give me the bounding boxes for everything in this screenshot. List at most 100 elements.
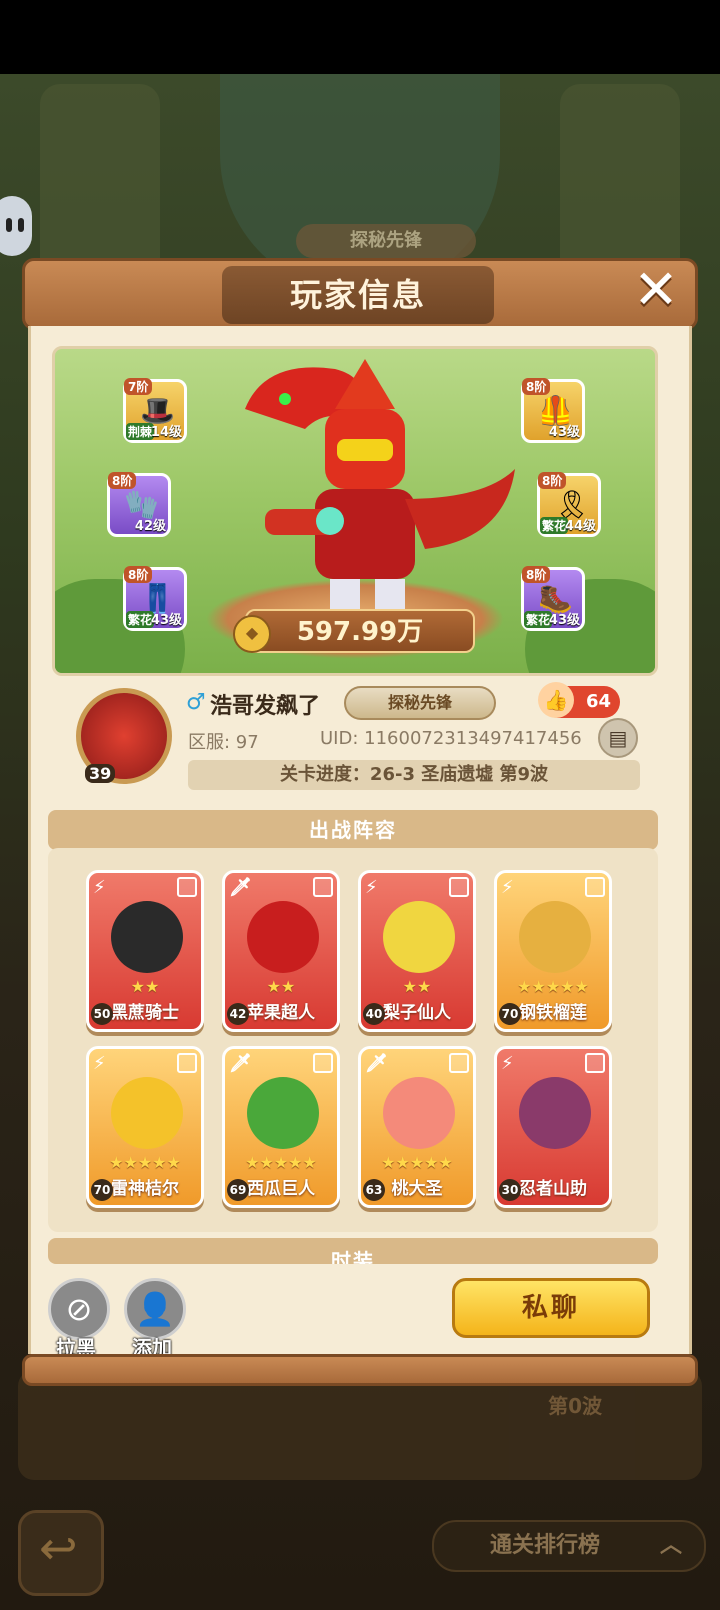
block-icon: ⊘ bbox=[65, 1290, 93, 1328]
grid-icon bbox=[585, 1053, 605, 1073]
hero-level: 69 bbox=[227, 1179, 249, 1201]
hero-portrait bbox=[383, 901, 455, 973]
hero-stars: ★★ bbox=[266, 977, 296, 996]
equip-suffix: 繁花 bbox=[524, 611, 553, 628]
fashion-header: 时装 bbox=[48, 1238, 658, 1264]
like-button[interactable]: 👍 64 bbox=[538, 682, 620, 718]
player-uid: UID: 1160072313497417456 bbox=[320, 728, 582, 749]
grid-icon bbox=[449, 877, 469, 897]
sword-type-icon: 🗡 bbox=[229, 1053, 252, 1074]
equip-slot-pants[interactable]: 👖 8阶 繁花 43级 bbox=[123, 566, 187, 631]
equip-suffix: 繁花 bbox=[540, 517, 569, 534]
power-coin-icon: ◆ bbox=[233, 615, 271, 653]
rank-button[interactable]: 通关排行榜 ︿ bbox=[432, 1520, 706, 1572]
equip-tier: 8阶 bbox=[522, 378, 551, 395]
lightning-type-icon: ⚡ bbox=[93, 877, 106, 898]
grid-icon bbox=[313, 877, 333, 897]
hero-portrait bbox=[111, 901, 183, 973]
like-count: 64 bbox=[586, 691, 612, 712]
hero-level: 70 bbox=[91, 1179, 113, 1201]
hero-stars: ★★★★★ bbox=[381, 1153, 453, 1172]
hero-level: 40 bbox=[363, 1003, 385, 1025]
grid-icon bbox=[177, 877, 197, 897]
bubble-eye-icon bbox=[18, 218, 24, 232]
hero-portrait bbox=[247, 901, 319, 973]
hero-portrait bbox=[519, 1077, 591, 1149]
side-chat-bubble[interactable] bbox=[0, 196, 32, 256]
equip-tier: 8阶 bbox=[124, 566, 153, 583]
hero-card[interactable]: ⚡ 忍者山助 30 bbox=[494, 1046, 612, 1208]
bg-title-badge: 探秘先锋 bbox=[296, 224, 476, 258]
combat-power: ◆ 597.99万 bbox=[233, 609, 475, 653]
copy-icon: ▤ bbox=[608, 726, 628, 750]
hero-stars: ★★ bbox=[402, 977, 432, 996]
equip-level: 14级 bbox=[150, 425, 182, 440]
hero-stars: ★★★★★ bbox=[517, 977, 589, 996]
hero-card[interactable]: ⚡ ★★★★★ 雷神桔尔 70 bbox=[86, 1046, 204, 1208]
equip-tier: 7阶 bbox=[124, 378, 153, 395]
player-info-dialog: 玩家信息 ✕ 🎩 7阶 荆棘 14级 🧤 8阶 42级 👖 8阶 繁花 43级 … bbox=[22, 258, 698, 1386]
grid-icon bbox=[313, 1053, 333, 1073]
hero-card[interactable]: 🗡 ★★★★★ 桃大圣 63 bbox=[358, 1046, 476, 1208]
hero-level: 70 bbox=[499, 1003, 521, 1025]
hero-card[interactable]: 🗡 ★★★★★ 西瓜巨人 69 bbox=[222, 1046, 340, 1208]
grid-icon bbox=[585, 877, 605, 897]
equip-slot-belt[interactable]: 🎗 8阶 繁花 44级 bbox=[537, 472, 601, 537]
lightning-type-icon: ⚡ bbox=[365, 877, 378, 898]
equip-slot-gloves[interactable]: 🧤 8阶 42级 bbox=[107, 472, 171, 537]
hero-level: 42 bbox=[227, 1003, 249, 1025]
combat-power-value: 597.99万 bbox=[296, 617, 424, 647]
chevron-up-icon: ︿ bbox=[659, 1533, 682, 1558]
hero-card[interactable]: 🗡 ★★ 苹果超人 42 bbox=[222, 870, 340, 1032]
private-chat-button[interactable]: 私聊 bbox=[452, 1278, 650, 1338]
copy-uid-button[interactable]: ▤ bbox=[598, 718, 638, 758]
hero-level: 30 bbox=[499, 1179, 521, 1201]
hero-card[interactable]: ⚡ ★★ 黑蔗骑士 50 bbox=[86, 870, 204, 1032]
hero-card[interactable]: ⚡ ★★★★★ 钢铁榴莲 70 bbox=[494, 870, 612, 1032]
hero-stars: ★★★★★ bbox=[109, 1153, 181, 1172]
equip-slot-hat[interactable]: 🎩 7阶 荆棘 14级 bbox=[123, 378, 187, 443]
equip-tier: 8阶 bbox=[538, 472, 567, 489]
bg-wave-text: 第0波 bbox=[548, 1394, 602, 1418]
hero-level: 63 bbox=[363, 1179, 385, 1201]
hero-card[interactable]: ⚡ ★★ 梨子仙人 40 bbox=[358, 870, 476, 1032]
block-button[interactable]: ⊘ bbox=[48, 1278, 110, 1340]
male-gender-icon: ♂ bbox=[186, 690, 206, 715]
rank-button-label: 通关排行榜 bbox=[490, 1533, 601, 1558]
equip-level: 43级 bbox=[548, 425, 580, 440]
equip-level: 44级 bbox=[564, 519, 596, 534]
back-button[interactable] bbox=[18, 1510, 104, 1596]
grid-icon bbox=[177, 1053, 197, 1073]
close-button[interactable]: ✕ bbox=[630, 263, 682, 318]
hero-stars: ★★ bbox=[130, 977, 160, 996]
equip-tier: 8阶 bbox=[108, 472, 137, 489]
dialog-title: 玩家信息 bbox=[222, 266, 494, 324]
add-friend-button[interactable]: 👤 bbox=[124, 1278, 186, 1340]
avatar-level: 39 bbox=[85, 764, 116, 783]
equip-slot-boots[interactable]: 🥾 8阶 繁花 43级 bbox=[521, 566, 585, 631]
equip-slot-armor[interactable]: 🦺 8阶 43级 bbox=[521, 378, 585, 443]
hero-character bbox=[245, 359, 515, 619]
hero-portrait bbox=[519, 901, 591, 973]
player-server: 区服: 97 bbox=[188, 732, 259, 753]
player-avatar[interactable]: 39 bbox=[76, 688, 172, 784]
status-bar bbox=[0, 0, 720, 74]
dialog-footer bbox=[22, 1354, 698, 1386]
equip-level: 43级 bbox=[150, 613, 182, 628]
stage-progress: 关卡进度：26-3 圣庙遗墟 第9波 bbox=[188, 760, 640, 790]
hero-portrait bbox=[247, 1077, 319, 1149]
lineup-header: 出战阵容 bbox=[48, 810, 658, 850]
add-friend-icon: 👤 bbox=[135, 1290, 175, 1328]
sword-type-icon: 🗡 bbox=[229, 877, 252, 898]
equip-level: 42级 bbox=[134, 519, 166, 534]
hero-level: 50 bbox=[91, 1003, 113, 1025]
player-name: 浩哥发飙了 bbox=[210, 694, 321, 719]
equip-suffix: 繁花 bbox=[126, 611, 155, 628]
grid-icon bbox=[449, 1053, 469, 1073]
equip-level: 43级 bbox=[548, 613, 580, 628]
hero-scene: 🎩 7阶 荆棘 14级 🧤 8阶 42级 👖 8阶 繁花 43级 🦺 8阶 43… bbox=[52, 346, 658, 676]
lightning-type-icon: ⚡ bbox=[501, 877, 514, 898]
hero-portrait bbox=[383, 1077, 455, 1149]
lightning-type-icon: ⚡ bbox=[501, 1053, 514, 1074]
equip-tier: 8阶 bbox=[522, 566, 551, 583]
